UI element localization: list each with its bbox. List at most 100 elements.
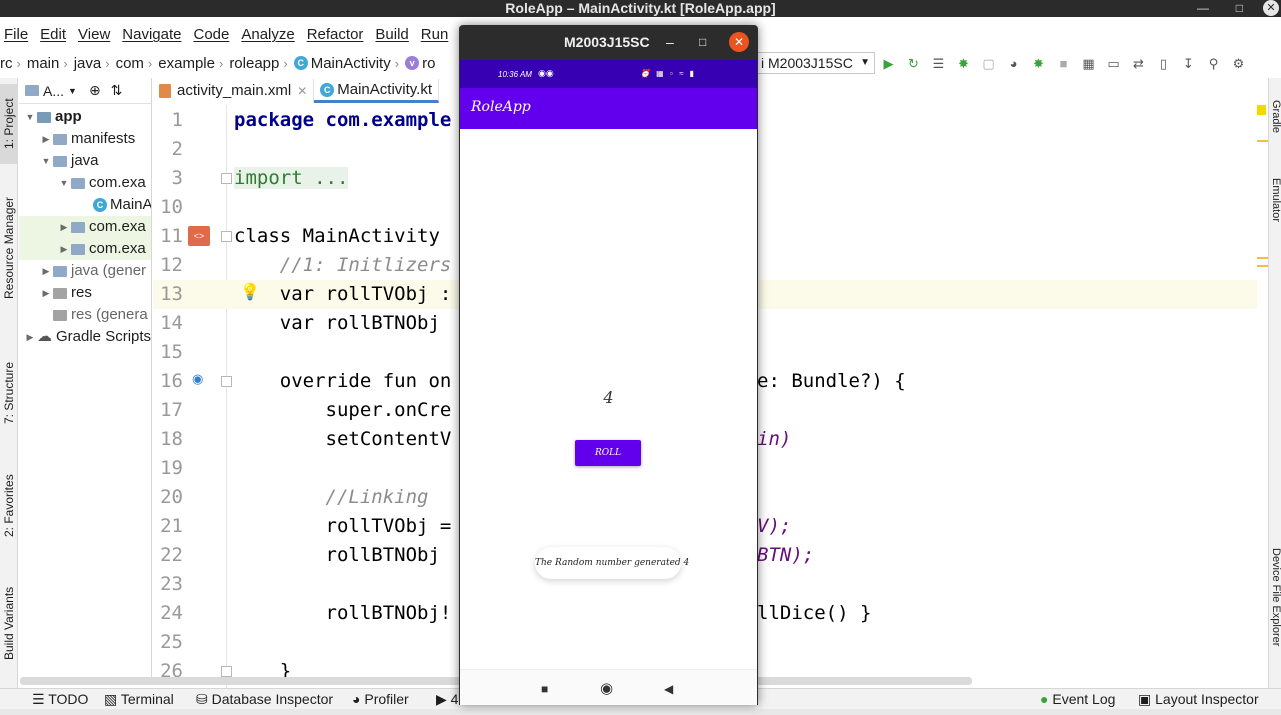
chevron-down-icon[interactable]: ▼ [68,86,77,96]
tool-todo[interactable]: ☰ TODO [32,689,88,710]
override-icon[interactable]: ◉ [192,371,203,387]
menu-file[interactable]: File [0,26,28,48]
apply-changes-icon[interactable]: ↻ [905,55,922,72]
menu-bar: File Edit View Navigate Code Analyze Ref… [0,26,456,48]
tab-resource-manager[interactable]: Resource Manager [0,178,18,318]
collapse-icon[interactable]: ⇅ [111,82,123,99]
fold-marker-icon[interactable] [221,173,232,184]
tab-gradle[interactable]: Gradle [1269,100,1281,160]
tab-build-variants[interactable]: Build Variants [0,573,18,673]
device-manager-icon[interactable]: ▯ [1155,55,1172,72]
folder-icon [53,309,67,321]
collapsed-arrow-icon[interactable]: ▶ [23,326,37,348]
tree-item-manifests[interactable]: ▶ manifests [39,128,136,150]
tab-project[interactable]: 1: Project [0,84,18,164]
collapsed-arrow-icon[interactable]: ▶ [39,282,53,304]
breadcrumb-item[interactable]: ro [422,55,435,72]
back-icon[interactable]: ◀ [664,682,673,696]
tree-item-app[interactable]: ▼ app [23,106,82,128]
profile-icon[interactable]: ◕ [1005,55,1022,72]
tool-terminal[interactable]: ▧ Terminal [104,689,174,710]
tree-item-package[interactable]: ▼ com.exa [57,172,146,194]
expanded-arrow-icon[interactable]: ▼ [57,172,71,194]
app-bar: RoleApp [460,88,757,129]
breadcrumb-item[interactable]: com [116,55,144,72]
fold-marker-icon[interactable] [221,376,232,387]
tree-item-res[interactable]: ▶ res [39,282,92,304]
apply-code-changes-icon[interactable]: ☰ [930,55,947,72]
maximize-icon[interactable]: □ [1236,0,1243,17]
minimize-icon[interactable]: — [1197,0,1209,17]
menu-edit[interactable]: Edit [36,26,66,48]
tab-emulator[interactable]: Emulator [1269,178,1281,248]
tree-item-java[interactable]: ▼ java [39,150,99,172]
close-icon[interactable]: ✕ [1263,0,1279,16]
tab-structure[interactable]: 7: Structure [0,353,18,433]
tab-activity-main-xml[interactable]: activity_main.xml ✕ [153,79,315,103]
collapsed-arrow-icon[interactable]: ▶ [39,260,53,282]
menu-build[interactable]: Build [371,26,408,48]
tab-favorites[interactable]: 2: Favorites [0,463,18,548]
layout-file-icon[interactable]: <> [188,226,210,246]
tree-item-package[interactable]: ▶ com.exa [19,238,151,260]
home-icon[interactable]: ◉ [600,679,613,697]
fold-marker-icon[interactable] [221,666,232,677]
error-stripe[interactable] [1257,105,1268,688]
sdk-manager-icon[interactable]: ↧ [1180,55,1197,72]
tree-item-mainactivity[interactable]: C MainA [93,194,151,216]
avd-manager-icon[interactable]: ▭ [1105,55,1122,72]
breadcrumb-item[interactable]: main [27,55,60,72]
tool-profiler[interactable]: ◕ Profiler [352,689,409,710]
phone-nav-bar: ■ ◉ ◀ [460,669,757,705]
close-tab-icon[interactable]: ✕ [297,79,307,103]
collapsed-arrow-icon[interactable]: ▶ [57,216,71,238]
attach-debugger-icon[interactable]: ▢ [980,55,997,72]
project-view-selector[interactable]: A... [43,83,64,99]
tab-device-file-explorer[interactable]: Device File Explorer [1269,548,1281,678]
expanded-arrow-icon[interactable]: ▼ [39,150,53,172]
search-icon[interactable]: ⚲ [1205,55,1222,72]
tree-item-res-generated[interactable]: res (genera [53,304,148,326]
tree-item-java-generated[interactable]: ▶ java (gener [39,260,147,282]
collapsed-arrow-icon[interactable]: ▶ [39,128,53,150]
menu-view[interactable]: View [74,26,110,48]
stop-icon[interactable]: ■ [1055,55,1072,72]
minimize-icon[interactable]: – [666,25,674,60]
menu-run[interactable]: Run [417,26,449,48]
debug-attach-icon[interactable]: ✸ [1030,55,1047,72]
run-icon[interactable]: ▶ [880,55,897,72]
menu-code[interactable]: Code [189,26,229,48]
code-fragment: in) [757,428,792,450]
debug-icon[interactable]: ✸ [955,55,972,72]
tool-run[interactable]: ▶ 4 [436,689,458,710]
maximize-icon[interactable]: □ [699,25,706,60]
breadcrumb-item[interactable]: rc [0,55,13,72]
collapsed-arrow-icon[interactable]: ▶ [57,238,71,260]
close-icon[interactable]: ✕ [729,32,749,52]
recents-icon[interactable]: ■ [541,682,548,696]
expanded-arrow-icon[interactable]: ▼ [23,106,37,128]
breadcrumb-item[interactable]: java [74,55,102,72]
tree-item-gradle-scripts[interactable]: ▶ ☁ Gradle Scripts [23,326,151,348]
locate-icon[interactable]: ⊕ [89,82,101,99]
menu-refactor[interactable]: Refactor [303,26,364,48]
menu-analyze[interactable]: Analyze [237,26,294,48]
fold-marker-icon[interactable] [221,231,232,242]
tab-mainactivity-kt[interactable]: C MainActivity.kt [314,79,440,103]
device-selector[interactable]: i M2003J15SC ▼ [757,52,875,74]
menu-navigate[interactable]: Navigate [118,26,181,48]
tool-layout-inspector[interactable]: ▣ Layout Inspector [1138,689,1259,710]
warning-indicator-icon[interactable] [1257,105,1266,115]
roll-button[interactable]: ROLL [575,440,641,466]
tool-event-log[interactable]: ● Event Log [1040,689,1115,710]
breadcrumb-item[interactable]: example [158,55,215,72]
breadcrumb-item[interactable]: roleapp [229,55,279,72]
tree-item-package[interactable]: ▶ com.exa [19,216,151,238]
project-structure-icon[interactable]: ▦ [1080,55,1097,72]
settings-icon[interactable]: ⚙ [1230,55,1247,72]
tool-database-inspector[interactable]: ⛁ Database Inspector [196,689,333,710]
terminal-icon: ▧ [104,691,121,707]
phone-screen[interactable]: 10:36 AM ◉◉ ⏰ ▦ ▫ ≈ ▮ RoleApp 4 ROLL The… [460,60,757,705]
sync-gradle-icon[interactable]: ⇄ [1130,55,1147,72]
breadcrumb-item[interactable]: MainActivity [311,55,391,72]
